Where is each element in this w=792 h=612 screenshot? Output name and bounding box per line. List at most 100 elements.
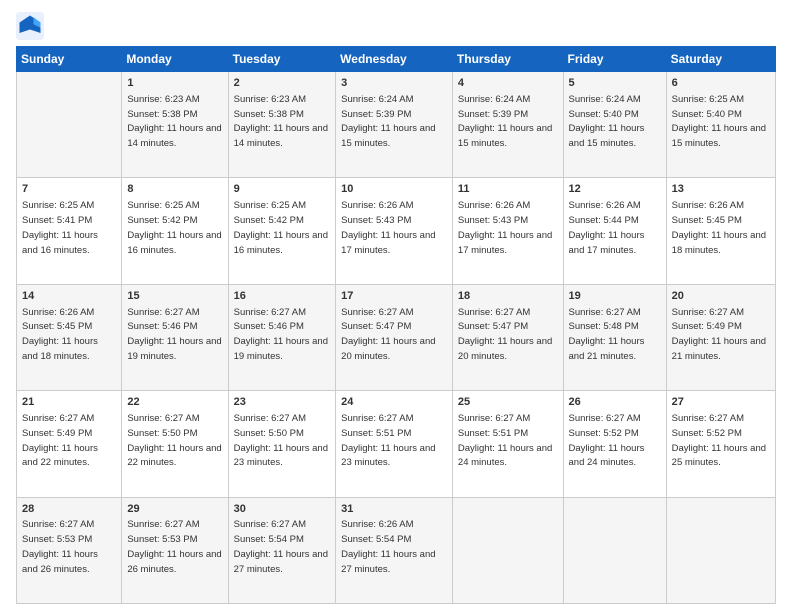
cell-info: Sunrise: 6:26 AMSunset: 5:45 PMDaylight:… [22,307,98,362]
day-number: 9 [234,182,331,197]
calendar-cell [563,497,666,603]
cell-info: Sunrise: 6:27 AMSunset: 5:47 PMDaylight:… [341,307,435,362]
cell-info: Sunrise: 6:27 AMSunset: 5:46 PMDaylight:… [127,307,221,362]
calendar-cell: 25 Sunrise: 6:27 AMSunset: 5:51 PMDayligh… [452,391,563,497]
day-number: 2 [234,76,331,91]
day-number: 26 [569,395,661,410]
cell-info: Sunrise: 6:25 AMSunset: 5:42 PMDaylight:… [127,200,221,255]
day-number: 13 [672,182,770,197]
day-number: 18 [458,289,558,304]
calendar-cell: 28 Sunrise: 6:27 AMSunset: 5:53 PMDayligh… [17,497,122,603]
cell-info: Sunrise: 6:25 AMSunset: 5:42 PMDaylight:… [234,200,328,255]
day-number: 7 [22,182,116,197]
cell-info: Sunrise: 6:26 AMSunset: 5:45 PMDaylight:… [672,200,766,255]
calendar-cell: 3Sunrise: 6:24 AMSunset: 5:39 PMDaylight… [336,72,453,178]
header-cell-thursday: Thursday [452,47,563,72]
week-row-4: 21 Sunrise: 6:27 AMSunset: 5:49 PMDayligh… [17,391,776,497]
day-number: 30 [234,502,331,517]
calendar-cell: 26 Sunrise: 6:27 AMSunset: 5:52 PMDayligh… [563,391,666,497]
calendar-cell [452,497,563,603]
day-number: 17 [341,289,447,304]
calendar-cell [666,497,775,603]
cell-info: Sunrise: 6:25 AMSunset: 5:40 PMDaylight:… [672,94,766,149]
cell-info: Sunrise: 6:26 AMSunset: 5:43 PMDaylight:… [341,200,435,255]
day-number: 5 [569,76,661,91]
calendar-cell: 7 Sunrise: 6:25 AMSunset: 5:41 PMDaylight… [17,178,122,284]
calendar-cell: 1 Sunrise: 6:23 AMSunset: 5:38 PMDaylight… [122,72,228,178]
day-number: 28 [22,502,116,517]
header-cell-tuesday: Tuesday [228,47,336,72]
cell-info: Sunrise: 6:27 AMSunset: 5:53 PMDaylight:… [127,519,221,574]
calendar-cell: 22Sunrise: 6:27 AMSunset: 5:50 PMDayligh… [122,391,228,497]
day-number: 8 [127,182,222,197]
week-row-3: 14 Sunrise: 6:26 AMSunset: 5:45 PMDayligh… [17,284,776,390]
calendar-cell: 21 Sunrise: 6:27 AMSunset: 5:49 PMDayligh… [17,391,122,497]
cell-info: Sunrise: 6:24 AMSunset: 5:40 PMDaylight:… [569,94,645,149]
day-number: 4 [458,76,558,91]
calendar-cell [17,72,122,178]
cell-info: Sunrise: 6:27 AMSunset: 5:51 PMDaylight:… [458,413,552,468]
calendar-cell: 8 Sunrise: 6:25 AMSunset: 5:42 PMDaylight… [122,178,228,284]
calendar-cell: 30 Sunrise: 6:27 AMSunset: 5:54 PMDayligh… [228,497,336,603]
day-number: 20 [672,289,770,304]
day-number: 19 [569,289,661,304]
cell-info: Sunrise: 6:23 AMSunset: 5:38 PMDaylight:… [127,94,221,149]
week-row-5: 28 Sunrise: 6:27 AMSunset: 5:53 PMDayligh… [17,497,776,603]
header-cell-friday: Friday [563,47,666,72]
calendar-cell: 11Sunrise: 6:26 AMSunset: 5:43 PMDayligh… [452,178,563,284]
cell-info: Sunrise: 6:23 AMSunset: 5:38 PMDaylight:… [234,94,328,149]
cell-info: Sunrise: 6:26 AMSunset: 5:44 PMDaylight:… [569,200,645,255]
calendar-cell: 23 Sunrise: 6:27 AMSunset: 5:50 PMDayligh… [228,391,336,497]
day-number: 23 [234,395,331,410]
header-cell-saturday: Saturday [666,47,775,72]
cell-info: Sunrise: 6:24 AMSunset: 5:39 PMDaylight:… [458,94,552,149]
day-number: 21 [22,395,116,410]
cell-info: Sunrise: 6:27 AMSunset: 5:54 PMDaylight:… [234,519,328,574]
day-number: 10 [341,182,447,197]
cell-info: Sunrise: 6:27 AMSunset: 5:49 PMDaylight:… [22,413,98,468]
day-number: 31 [341,502,447,517]
week-row-2: 7 Sunrise: 6:25 AMSunset: 5:41 PMDaylight… [17,178,776,284]
day-number: 16 [234,289,331,304]
cell-info: Sunrise: 6:27 AMSunset: 5:53 PMDaylight:… [22,519,98,574]
day-number: 22 [127,395,222,410]
header-row: SundayMondayTuesdayWednesdayThursdayFrid… [17,47,776,72]
calendar-cell: 17 Sunrise: 6:27 AMSunset: 5:47 PMDayligh… [336,284,453,390]
calendar-cell: 2 Sunrise: 6:23 AMSunset: 5:38 PMDaylight… [228,72,336,178]
day-number: 15 [127,289,222,304]
calendar-cell: 20 Sunrise: 6:27 AMSunset: 5:49 PMDayligh… [666,284,775,390]
calendar-cell: 10 Sunrise: 6:26 AMSunset: 5:43 PMDayligh… [336,178,453,284]
cell-info: Sunrise: 6:27 AMSunset: 5:46 PMDaylight:… [234,307,328,362]
cell-info: Sunrise: 6:26 AMSunset: 5:43 PMDaylight:… [458,200,552,255]
calendar-table: SundayMondayTuesdayWednesdayThursdayFrid… [16,46,776,604]
calendar-cell: 27Sunrise: 6:27 AMSunset: 5:52 PMDayligh… [666,391,775,497]
logo [16,12,48,40]
page: SundayMondayTuesdayWednesdayThursdayFrid… [0,0,792,612]
cell-info: Sunrise: 6:27 AMSunset: 5:49 PMDaylight:… [672,307,766,362]
header-cell-sunday: Sunday [17,47,122,72]
cell-info: Sunrise: 6:27 AMSunset: 5:52 PMDaylight:… [569,413,645,468]
cell-info: Sunrise: 6:27 AMSunset: 5:50 PMDaylight:… [234,413,328,468]
cell-info: Sunrise: 6:27 AMSunset: 5:47 PMDaylight:… [458,307,552,362]
calendar-cell: 9 Sunrise: 6:25 AMSunset: 5:42 PMDaylight… [228,178,336,284]
week-row-1: 1 Sunrise: 6:23 AMSunset: 5:38 PMDaylight… [17,72,776,178]
day-number: 12 [569,182,661,197]
calendar-cell: 5 Sunrise: 6:24 AMSunset: 5:40 PMDaylight… [563,72,666,178]
day-number: 25 [458,395,558,410]
calendar-cell: 19Sunrise: 6:27 AMSunset: 5:48 PMDayligh… [563,284,666,390]
day-number: 6 [672,76,770,91]
day-number: 3 [341,76,447,91]
calendar-cell: 6 Sunrise: 6:25 AMSunset: 5:40 PMDaylight… [666,72,775,178]
cell-info: Sunrise: 6:25 AMSunset: 5:41 PMDaylight:… [22,200,98,255]
day-number: 24 [341,395,447,410]
day-number: 29 [127,502,222,517]
calendar-cell: 16 Sunrise: 6:27 AMSunset: 5:46 PMDayligh… [228,284,336,390]
day-number: 14 [22,289,116,304]
header [16,12,776,40]
day-number: 27 [672,395,770,410]
calendar-cell: 4 Sunrise: 6:24 AMSunset: 5:39 PMDaylight… [452,72,563,178]
day-number: 1 [127,76,222,91]
calendar-cell: 12 Sunrise: 6:26 AMSunset: 5:44 PMDayligh… [563,178,666,284]
calendar-cell: 31Sunrise: 6:26 AMSunset: 5:54 PMDayligh… [336,497,453,603]
header-cell-monday: Monday [122,47,228,72]
